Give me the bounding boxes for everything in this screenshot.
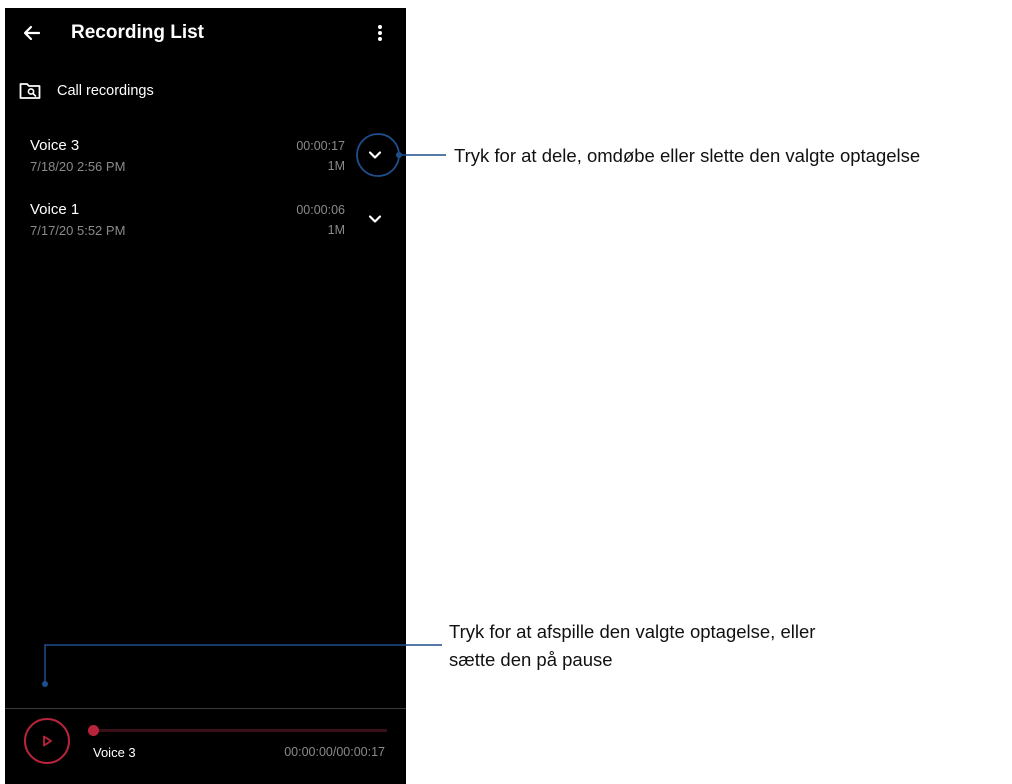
call-recordings-link[interactable]: Call recordings [19, 78, 219, 104]
back-button[interactable] [19, 20, 45, 46]
expand-options-button[interactable] [357, 201, 393, 237]
recording-date: 7/18/20 2:56 PM [30, 159, 126, 174]
progress-handle[interactable] [88, 725, 99, 736]
player-divider [5, 708, 406, 709]
recording-date: 7/17/20 5:52 PM [30, 223, 126, 238]
play-button[interactable] [24, 718, 70, 764]
app-bar: Recording List [5, 8, 406, 58]
play-annotation-line1: Tryk for at afspille den valgte optagels… [449, 621, 816, 642]
recording-size: 1M [327, 223, 345, 237]
folder-search-icon [19, 83, 41, 99]
player-time: 00:00:00/00:00:17 [284, 745, 385, 759]
recording-name: Voice 1 [30, 201, 80, 218]
player-track-title: Voice 3 [93, 745, 136, 760]
play-icon [43, 735, 52, 747]
expand-annotation: Tryk for at dele, omdøbe eller slette de… [454, 145, 921, 166]
expand-options-button[interactable] [357, 137, 393, 173]
call-recordings-label: Call recordings [57, 83, 154, 99]
playback-progress-bar[interactable] [88, 725, 387, 736]
recorder-screen: Recording List Call recordings Voice 3 7… [5, 8, 406, 784]
chevron-down-icon [368, 215, 382, 223]
recording-duration: 00:00:17 [296, 139, 345, 153]
arrow-left-icon [23, 25, 41, 41]
recording-name: Voice 3 [30, 137, 80, 154]
more-options-button[interactable] [369, 20, 391, 46]
page-title: Recording List [71, 22, 205, 43]
recording-row[interactable]: Voice 1 7/17/20 5:52 PM 00:00:06 1M [5, 201, 406, 257]
play-annotation-line2: sætte den på pause [449, 649, 613, 670]
chevron-down-icon [368, 151, 382, 159]
recording-size: 1M [327, 159, 345, 173]
recording-row[interactable]: Voice 3 7/18/20 2:56 PM 00:00:17 1M [5, 137, 406, 193]
recording-duration: 00:00:06 [296, 203, 345, 217]
more-vert-icon [378, 25, 382, 41]
